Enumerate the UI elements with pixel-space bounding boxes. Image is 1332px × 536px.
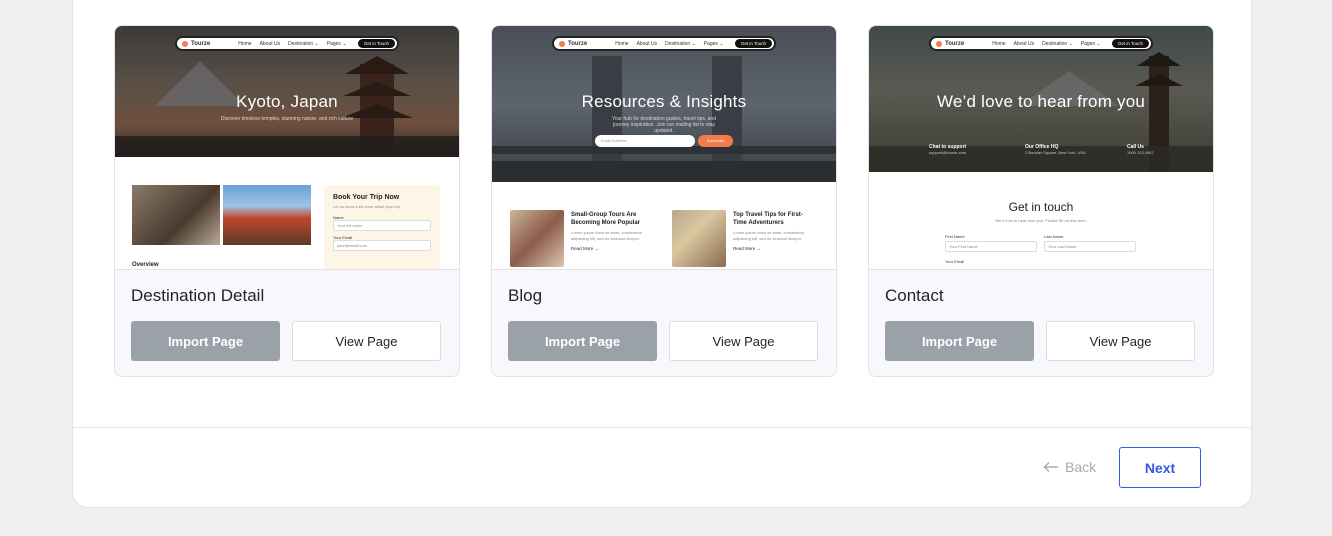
preview-contact-call: Call Us 1000 123 4567	[1127, 144, 1154, 155]
template-preview-contact[interactable]: Tourze Home About Us Destination ⌄ Pages…	[869, 26, 1213, 270]
import-page-button[interactable]: Import Page	[508, 321, 657, 361]
preview-hero: Kyoto, Japan Discover timeless temples, …	[115, 26, 459, 122]
preview-hero-title: Resources & Insights	[581, 92, 747, 111]
preview-hero-subtitle: Your hub for destination guides, travel …	[611, 116, 717, 134]
preview-booking-box: Book Your Trip Now Let us know a bit mor…	[324, 185, 440, 269]
preview-post-excerpt: Lorem ipsum dolor sit amet, consectetur …	[571, 230, 643, 241]
preview-form-title: Get in touch	[1008, 200, 1074, 214]
template-card-contact: Tourze Home About Us Destination ⌄ Pages…	[868, 25, 1214, 377]
template-title: Destination Detail	[131, 286, 265, 305]
back-button[interactable]: Back	[1043, 459, 1096, 475]
preview-photo-shrine	[223, 185, 311, 245]
next-button[interactable]: Next	[1119, 447, 1201, 488]
arrow-left-icon	[1043, 462, 1058, 472]
preview-post-2: Top Travel Tips for First-Time Adventure…	[733, 211, 813, 251]
preview-hero-title: Kyoto, Japan	[236, 92, 338, 111]
footer-divider	[73, 427, 1251, 428]
preview-first-name: First Name Your First Name	[945, 234, 1037, 252]
template-card-destination-detail: Tourze Home About Us Destination ⌄ Pages…	[114, 25, 460, 377]
back-label: Back	[1065, 459, 1097, 475]
preview-hero: Resources & Insights Your hub for destin…	[492, 26, 836, 134]
preview-subscribe-button: Subscribe	[698, 135, 733, 147]
preview-hero: We’d love to hear from you	[869, 26, 1213, 112]
template-title: Blog	[508, 286, 543, 305]
template-preview-blog[interactable]: Tourze Home About Us Destination ⌄ Pages…	[492, 26, 836, 270]
preview-post-1: Small-Group Tours Are Becoming More Popu…	[571, 211, 651, 251]
preview-read-more: Read More →	[733, 246, 762, 251]
preview-contact-chat: Chat to support support@tourze.com	[929, 144, 967, 155]
preview-booking-title: Book Your Trip Now	[333, 194, 400, 201]
preview-email-label: Your Email	[945, 259, 965, 264]
preview-last-name: Last Name Your Last Name	[1044, 234, 1136, 252]
import-page-button[interactable]: Import Page	[131, 321, 280, 361]
template-title: Contact	[885, 286, 944, 305]
preview-contact-office: Our Office HQ 2 Boulder Square, New York…	[1025, 144, 1086, 155]
template-preview-destination-detail[interactable]: Tourze Home About Us Destination ⌄ Pages…	[115, 26, 459, 270]
preview-name-field: Your full name	[333, 220, 431, 231]
preview-read-more: Read More →	[571, 246, 600, 251]
preview-email-field: your@email.com	[333, 240, 431, 251]
preview-hero-title: We’d love to hear from you	[936, 92, 1146, 111]
template-card-blog: Tourze Home About Us Destination ⌄ Pages…	[491, 25, 837, 377]
preview-email-input: Email Address	[595, 135, 695, 147]
preview-post-title: Small-Group Tours Are Becoming More Popu…	[571, 212, 641, 226]
wizard-panel: Tourze Home About Us Destination ⌄ Pages…	[72, 0, 1252, 508]
preview-post-photo-1	[510, 210, 564, 267]
preview-booking-subtitle: Let us know a bit more about your trip	[333, 204, 400, 209]
view-page-button[interactable]: View Page	[669, 321, 818, 361]
preview-form-subtitle: We’d love to hear from you. Please fill …	[995, 218, 1087, 223]
preview-post-excerpt: Lorem ipsum dolor sit amet, consectetur …	[733, 230, 805, 241]
import-page-button[interactable]: Import Page	[885, 321, 1034, 361]
preview-photo-street	[132, 185, 220, 245]
view-page-button[interactable]: View Page	[1046, 321, 1195, 361]
preview-overview-heading: Overview	[132, 262, 159, 268]
preview-post-title: Top Travel Tips for First-Time Adventure…	[733, 212, 803, 226]
view-page-button[interactable]: View Page	[292, 321, 441, 361]
preview-hero-subtitle: Discover timeless temples, stunning natu…	[220, 116, 354, 122]
preview-post-photo-2	[672, 210, 726, 267]
template-cards: Tourze Home About Us Destination ⌄ Pages…	[114, 25, 1214, 377]
